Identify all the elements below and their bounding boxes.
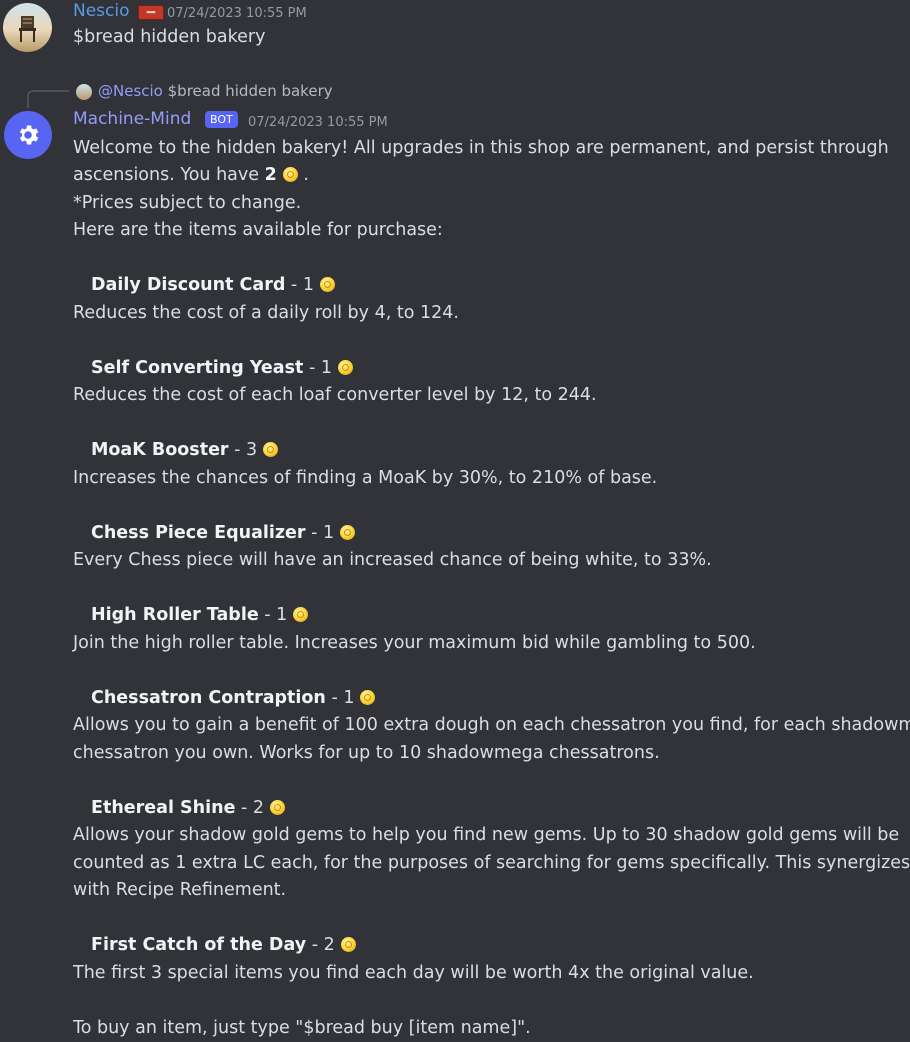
message-author[interactable]: Nescio (73, 1, 130, 21)
item-description: Join the high roller table. Increases yo… (73, 633, 756, 653)
coin-icon (293, 607, 309, 622)
reply-avatar (76, 84, 92, 100)
item-description: Every Chess piece will have an increased… (73, 550, 712, 570)
coin-icon (263, 442, 279, 457)
flag-tag-icon: ▬▬ (138, 5, 164, 20)
shop-item-title: Daily Discount Card - 1 (91, 272, 335, 299)
user-avatar[interactable] (3, 3, 52, 52)
coin-icon (270, 800, 286, 815)
balance-prefix: ascensions. You have (73, 165, 265, 185)
intro-line: *Prices subject to change. (73, 193, 302, 213)
bot-badge: BOT (205, 111, 238, 128)
shop-item-title: High Roller Table - 1 (91, 602, 309, 629)
item-name: MoaK Booster (91, 440, 229, 460)
coin-icon (340, 525, 356, 540)
chat-view: Nescio ▬▬ 07/24/2023 10:55 PM $bread hid… (0, 0, 910, 1042)
intro-line: ascensions. You have 2 . (73, 162, 309, 189)
item-price: 1 (276, 605, 288, 625)
shop-item-title: Chessatron Contraption - 1 (91, 685, 376, 712)
coin-icon (360, 690, 376, 705)
item-price: 1 (302, 275, 314, 295)
item-description: The first 3 special items you find each … (73, 963, 754, 983)
intro-line: Here are the items available for purchas… (73, 220, 443, 240)
chair-icon (19, 16, 36, 42)
intro-line: Welcome to the hidden bakery! All upgrad… (73, 138, 889, 158)
shop-item-title: Chess Piece Equalizer - 1 (91, 520, 356, 547)
item-name: Self Converting Yeast (91, 358, 304, 378)
item-price: 1 (323, 523, 335, 543)
coin-icon (282, 167, 298, 182)
coin-icon (319, 277, 335, 292)
balance-amount: 2 (264, 165, 277, 185)
item-description: chessatron you own. Works for up to 10 s… (73, 743, 660, 763)
reply-connector (27, 90, 69, 108)
item-name: Chessatron Contraption (91, 688, 326, 708)
item-price: 2 (252, 798, 265, 818)
reply-text: $bread hidden bakery (167, 82, 333, 100)
balance-suffix: . (303, 165, 309, 185)
message-author[interactable]: Machine-Mind (73, 109, 191, 129)
coin-icon (340, 937, 356, 952)
shop-item-title: Self Converting Yeast - 1 (91, 355, 353, 382)
gear-icon (19, 125, 39, 145)
item-description: Allows your shadow gold gems to help you… (73, 825, 900, 845)
shop-item-title: Ethereal Shine - 2 (91, 795, 286, 822)
message-timestamp: 07/24/2023 10:55 PM (248, 115, 388, 130)
reply-preview[interactable]: @Nescio $bread hidden bakery (98, 82, 333, 100)
item-description: Reduces the cost of each loaf converter … (73, 385, 597, 405)
message-timestamp: 07/24/2023 10:55 PM (167, 6, 307, 21)
item-price: 1 (320, 358, 332, 378)
item-name: Chess Piece Equalizer (91, 523, 306, 543)
reply-mention[interactable]: @Nescio (98, 82, 163, 100)
item-price: 3 (246, 440, 258, 460)
coin-icon (337, 360, 353, 375)
item-description: Reduces the cost of a daily roll by 4, t… (73, 303, 459, 323)
bot-avatar[interactable] (4, 111, 52, 159)
item-name: First Catch of the Day (91, 935, 307, 955)
item-description: Allows you to gain a benefit of 100 extr… (73, 715, 910, 735)
shop-item-title: First Catch of the Day - 2 (91, 932, 356, 959)
item-description: with Recipe Refinement. (73, 880, 287, 900)
item-price: 2 (323, 935, 335, 955)
item-name: Ethereal Shine (91, 798, 236, 818)
shop-item-title: MoaK Booster - 3 (91, 437, 279, 464)
item-description: Increases the chances of finding a MoaK … (73, 468, 658, 488)
item-description: counted as 1 extra LC each, for the purp… (73, 853, 910, 873)
item-name: High Roller Table (91, 605, 259, 625)
item-price: 1 (343, 688, 355, 708)
message-content: $bread hidden bakery (73, 27, 266, 47)
item-name: Daily Discount Card (91, 275, 286, 295)
footer-instruction: To buy an item, just type "$bread buy [i… (73, 1018, 531, 1038)
